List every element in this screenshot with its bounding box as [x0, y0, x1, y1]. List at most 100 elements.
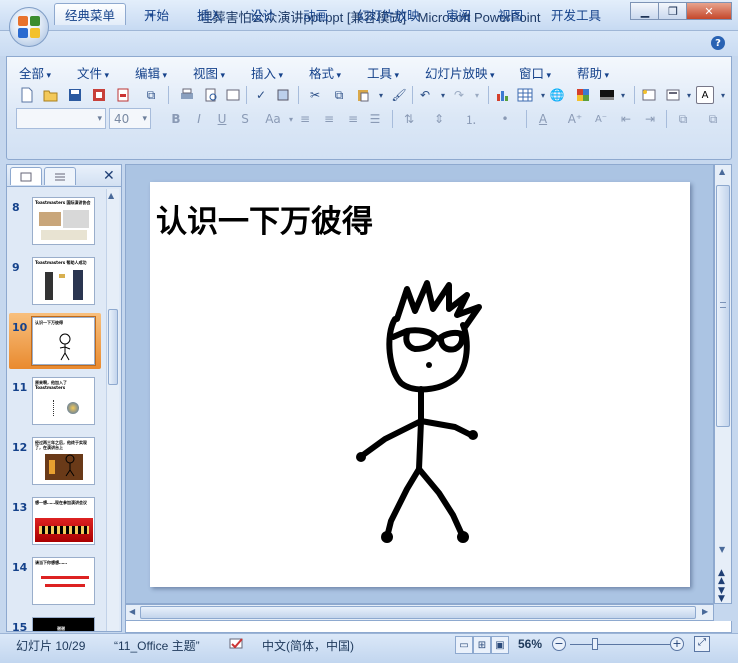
slide-thumbnail[interactable]: 经过两三年之后，他终于实现了，在演讲台上 — [32, 437, 95, 485]
textbox-dropdown-icon[interactable]: ▾ — [714, 86, 732, 104]
close-icon[interactable]: ✕ — [686, 2, 732, 20]
slide-thumbnails[interactable]: 8 Toastmasters 国际演讲协会 9 Toastmasters 帮助人… — [7, 189, 105, 631]
change-case-icon[interactable]: Aa — [262, 110, 284, 128]
tab-classic-menu[interactable]: 经典菜单 — [54, 3, 127, 25]
zoom-in-icon[interactable]: + — [670, 637, 684, 651]
spelling-status-icon[interactable] — [228, 636, 246, 652]
decrease-indent-icon[interactable]: ⇤ — [617, 110, 635, 128]
previous-slide-icon[interactable]: ▲ ▲ — [718, 569, 725, 586]
next-slide-icon[interactable]: ▼ ▼ — [718, 587, 725, 604]
font-name-select[interactable] — [16, 108, 106, 129]
stick-figure-drawing[interactable] — [345, 275, 495, 555]
align-text-icon[interactable]: ⇕ — [430, 110, 448, 128]
restore-icon[interactable]: ❐ — [658, 2, 688, 20]
italic-icon[interactable]: I — [190, 110, 208, 128]
paste-icon[interactable] — [354, 86, 372, 104]
tab-design[interactable]: 设计 — [240, 3, 285, 25]
tab-insert[interactable]: 插入 — [187, 3, 232, 25]
bullets-icon[interactable]: • — [496, 110, 514, 128]
tab-animation[interactable]: 动画 — [293, 3, 338, 25]
menu-edit[interactable]: 编辑 — [135, 63, 167, 82]
scroll-right-icon[interactable]: ▶ — [702, 607, 708, 616]
panel-scroll-thumb[interactable] — [108, 309, 118, 385]
vertical-scroll-thumb[interactable] — [716, 185, 730, 427]
menu-view[interactable]: 视图 — [193, 63, 225, 82]
language-status[interactable]: 中文(简体，中国) — [262, 637, 354, 654]
slide-thumbnail[interactable]: 谢谢 — [32, 617, 95, 631]
menu-insert[interactable]: 插入 — [251, 63, 283, 82]
menu-tools[interactable]: 工具 — [367, 63, 399, 82]
zoom-slider-handle[interactable] — [592, 638, 598, 650]
attach-icon[interactable]: ⧉ — [142, 86, 160, 104]
slide-thumbnail[interactable]: Toastmasters 帮助人成功 — [32, 257, 95, 305]
increase-indent-icon[interactable]: ⇥ — [641, 110, 659, 128]
scroll-up-icon[interactable]: ▲ — [719, 167, 725, 176]
print-icon[interactable] — [178, 86, 196, 104]
menu-format[interactable]: 格式 — [309, 63, 341, 82]
panel-scrollbar[interactable]: ▲ — [106, 189, 119, 631]
bw-dropdown-icon[interactable]: ▾ — [614, 86, 632, 104]
horizontal-scroll-thumb[interactable] — [140, 606, 696, 619]
tab-review[interactable]: 审阅 — [436, 3, 481, 25]
redo-dropdown-icon[interactable]: ▾ — [468, 86, 486, 104]
slide-thumbnail[interactable]: 想一想……现在参加演讲会议 — [32, 497, 95, 545]
slide-thumbnail[interactable]: Toastmasters 国际演讲协会 — [32, 197, 95, 245]
normal-view-icon[interactable]: ▭ — [455, 636, 473, 654]
numbering-icon[interactable]: ⒈ — [462, 110, 480, 128]
underline-icon[interactable]: U — [213, 110, 231, 128]
slide-sorter-icon[interactable]: ⊞ — [473, 636, 491, 654]
format-painter-icon[interactable]: 🖌 — [390, 86, 408, 104]
text-box-icon[interactable]: A — [696, 86, 714, 104]
grow-font-icon[interactable]: A⁺ — [566, 110, 584, 128]
slide-thumbnail-selected[interactable]: 认识一下万彼得 — [31, 316, 96, 366]
table-icon[interactable] — [516, 86, 534, 104]
spelling-icon[interactable]: ✓ — [252, 86, 270, 104]
panel-close-icon[interactable]: ✕ — [103, 168, 115, 184]
menu-file[interactable]: 文件 — [77, 63, 109, 82]
print-preview-icon[interactable] — [202, 86, 220, 104]
new-icon[interactable] — [18, 86, 36, 104]
align-center-icon[interactable]: ≡ — [320, 110, 338, 128]
help-icon[interactable]: ? — [711, 36, 725, 50]
cut-icon[interactable]: ✂ — [306, 86, 324, 104]
paste-dropdown-icon[interactable]: ▾ — [372, 86, 390, 104]
vertical-scrollbar[interactable]: ▲ ▼ ▲ ▲ ▼ ▼ — [714, 164, 732, 604]
tab-developer[interactable]: 开发工具 — [541, 3, 611, 25]
slide-title[interactable]: 认识一下万彼得 — [156, 196, 373, 241]
justify-icon[interactable]: ☰ — [366, 110, 384, 128]
office-button[interactable] — [9, 7, 49, 47]
tab-slides[interactable] — [10, 167, 42, 185]
scroll-left-icon[interactable]: ◀ — [129, 607, 135, 616]
slideshow-view-icon[interactable]: ▣ — [491, 636, 509, 654]
scroll-up-icon[interactable]: ▲ — [108, 191, 114, 200]
notes-pane[interactable] — [125, 621, 732, 633]
tab-home[interactable]: 开始 — [134, 3, 179, 25]
align-right-icon[interactable]: ≡ — [344, 110, 362, 128]
permission-icon[interactable] — [90, 86, 108, 104]
bold-icon[interactable]: B — [167, 110, 185, 128]
minimize-icon[interactable]: ▁ — [630, 2, 660, 20]
arrange-icon[interactable]: ⧉ — [674, 110, 692, 128]
tab-view[interactable]: 视图 — [488, 3, 533, 25]
align-left-icon[interactable]: ≡ — [296, 110, 314, 128]
redo-icon[interactable]: ↷ — [450, 86, 468, 104]
menu-all[interactable]: 全部 — [19, 63, 51, 82]
copy-icon[interactable]: ⧉ — [330, 86, 348, 104]
new-slide-icon[interactable] — [640, 86, 658, 104]
hyperlink-icon[interactable]: 🌐 — [548, 86, 566, 104]
font-color-icon[interactable]: A — [534, 110, 552, 128]
more-tools-icon[interactable]: ⧉ — [704, 110, 722, 128]
text-direction-icon[interactable]: ⇅ — [400, 110, 418, 128]
slide-thumbnail[interactable]: 原来啊，他加入了 Toastmasters — [32, 377, 95, 425]
pdf-icon[interactable] — [114, 86, 132, 104]
shrink-font-icon[interactable]: A⁻ — [592, 110, 610, 128]
shadow-icon[interactable]: S — [236, 110, 254, 128]
undo-icon[interactable]: ↶ — [416, 86, 434, 104]
menu-slideshow[interactable]: 幻灯片放映 — [425, 63, 495, 82]
tab-outline[interactable] — [44, 167, 76, 185]
menu-help[interactable]: 帮助 — [577, 63, 609, 82]
menu-window[interactable]: 窗口 — [519, 63, 551, 82]
save-icon[interactable] — [66, 86, 84, 104]
horizontal-scrollbar[interactable]: ◀ ▶ — [125, 604, 714, 621]
slide-thumbnail[interactable]: 请当下你想想…… — [32, 557, 95, 605]
